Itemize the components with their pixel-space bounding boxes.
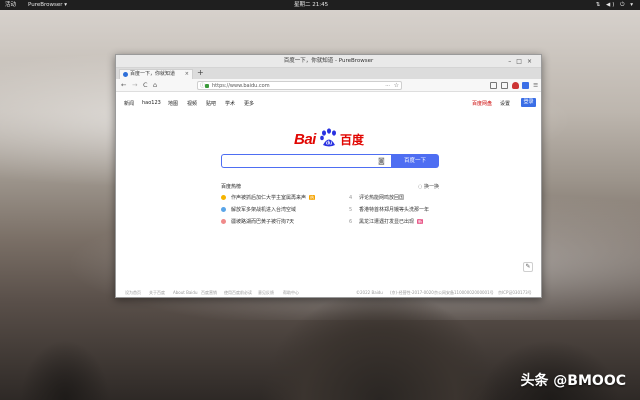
hot-item-2[interactable]: 解放军多架战机进入台湾空域 [221, 206, 296, 213]
footer-license[interactable]: (京)-经营性-2017-0020 [390, 290, 434, 296]
hot-item-4[interactable]: 4 评论热能网鸣放回国 [349, 194, 404, 201]
footer-link[interactable]: 意见反馈 [258, 290, 274, 296]
hot-rank-number: 4 [349, 195, 353, 201]
hot-item-text: 黑龙江遭遇打发显已出现 [359, 219, 415, 225]
bookmark-star-icon[interactable]: ☆ [394, 82, 399, 90]
hot-item-text: 香港特首林郑月娥等头洗那一年 [359, 207, 430, 213]
reload-icon[interactable]: C [143, 79, 148, 92]
footer-license[interactable]: 京ICP证030173号 [498, 290, 532, 296]
netdisk-link[interactable]: 百度网盘 [472, 100, 492, 107]
hot-item-3[interactable]: 疆坡路湖而巴黄子被行拘7天 [221, 218, 294, 225]
extension-icon[interactable] [522, 82, 529, 89]
toplink-news[interactable]: 新闻 [124, 100, 134, 107]
settings-link[interactable]: 设置 [500, 100, 510, 107]
footer-link[interactable]: 设为首页 [125, 290, 141, 296]
window-controls: –□× [508, 55, 537, 68]
baidu-paw-icon: du [320, 128, 336, 147]
back-arrow-icon[interactable]: ← [121, 79, 126, 92]
hot-list-title: 百度热榜 [221, 184, 242, 190]
system-tray[interactable]: ⇅ ◀) ⏻ ▾ [596, 0, 635, 10]
search-input[interactable]: ◙ [221, 154, 391, 168]
navigation-toolbar: ← → C ⌂ ⓘ https://www.baidu.com ··· ☆ ≡ [116, 79, 541, 92]
baidu-logo[interactable]: Bai du 百度 [294, 128, 368, 152]
wallpaper-hill [260, 290, 500, 400]
search-button[interactable]: 百度一下 [391, 154, 439, 168]
toplink-tieba[interactable]: 贴吧 [206, 100, 216, 107]
hot-item-text: 作声被抓后加仁大学主室属再来声 [231, 195, 307, 201]
sidebar-icon[interactable] [501, 82, 508, 89]
hot-item-1[interactable]: 作声被抓后加仁大学主室属再来声热 [221, 194, 316, 201]
footer-link[interactable]: 关于百度 [149, 290, 165, 296]
page-footer: 设为首页 关于百度 About Baidu 百度营销 使用百度前必读 意见反馈 … [116, 288, 541, 297]
maximize-icon[interactable]: □ [516, 58, 527, 65]
login-button[interactable]: 登录 [521, 98, 536, 107]
footer-license[interactable]: 京公网安备11000002000001号 [434, 290, 494, 296]
hot-rank-number: 5 [349, 207, 353, 213]
refresh-hot-button[interactable]: ◌ 换一换 [418, 183, 439, 190]
close-icon[interactable]: × [527, 58, 537, 65]
library-icon[interactable] [490, 82, 497, 89]
toplink-map[interactable]: 地图 [168, 100, 178, 107]
window-titlebar[interactable]: 百度一下，你就知道 - PureBrowser –□× [116, 55, 541, 68]
hot-item-5[interactable]: 5 香港特首林郑月娥等头洗那一年 [349, 206, 429, 213]
baidu-favicon-icon [123, 72, 128, 77]
activities-button[interactable]: 活动 [5, 0, 16, 10]
hot-badge: 新 [417, 219, 424, 224]
clock[interactable]: 星期二 21:45 [294, 0, 328, 10]
tab-strip: 百度一下，你就知道 × + [116, 68, 541, 79]
tab-label: 百度一下，你就知道 [130, 71, 176, 77]
hot-item-text: 疆坡路湖而巴黄子被行拘7天 [231, 219, 295, 225]
edit-tool-icon[interactable]: ✎ [523, 262, 533, 272]
footer-link[interactable]: 百度营销 [201, 290, 217, 296]
window-title: 百度一下，你就知道 - PureBrowser [283, 58, 374, 64]
logo-chinese-text: 百度 [340, 133, 365, 147]
hot-rank-3-icon [221, 219, 226, 224]
toplink-hao123[interactable]: hao123 [142, 100, 161, 106]
toplink-video[interactable]: 视频 [187, 100, 197, 107]
watermark-text: 头条 @BMOOC [520, 373, 626, 389]
toplink-xueshu[interactable]: 学术 [225, 100, 235, 107]
footer-link[interactable]: 使用百度前必读 [224, 290, 252, 296]
hot-item-text: 解放军多架战机进入台湾空域 [231, 207, 297, 213]
hamburger-menu-icon[interactable]: ≡ [533, 79, 538, 92]
hot-badge: 热 [309, 195, 316, 200]
logo-du-text: du [326, 141, 332, 147]
hot-item-6[interactable]: 6 黑龙江遭遇打发显已出现新 [349, 218, 424, 225]
ublock-icon[interactable] [512, 82, 519, 89]
hot-item-text: 评论热能网鸣放回国 [359, 195, 405, 201]
footer-link[interactable]: 帮助中心 [283, 290, 299, 296]
camera-icon[interactable]: ◙ [378, 157, 387, 165]
page-actions-icon[interactable]: ··· [385, 82, 390, 90]
logo-bai-text: Bai [294, 131, 316, 148]
url-text[interactable]: https://www.baidu.com [212, 83, 270, 89]
toplink-more[interactable]: 更多 [244, 100, 254, 107]
app-menu[interactable]: PureBrowser ▾ [28, 0, 67, 10]
browser-window: 百度一下，你就知道 - PureBrowser –□× 百度一下，你就知道 × … [115, 54, 542, 298]
lock-icon [205, 84, 209, 88]
url-bar[interactable]: ⓘ https://www.baidu.com ··· ☆ [197, 81, 402, 90]
hot-rank-number: 6 [349, 219, 353, 225]
hot-rank-2-icon [221, 207, 226, 212]
hot-rank-1-icon [221, 195, 226, 200]
footer-link[interactable]: About Baidu [173, 290, 197, 295]
tab-close-icon[interactable]: × [185, 70, 189, 79]
home-icon[interactable]: ⌂ [153, 79, 157, 92]
new-tab-button[interactable]: + [197, 68, 204, 78]
forward-arrow-icon[interactable]: → [132, 79, 137, 92]
system-top-bar: 活动 PureBrowser ▾ 星期二 21:45 ⇅ ◀) ⏻ ▾ [0, 0, 640, 10]
tab-baidu[interactable]: 百度一下，你就知道 × [119, 69, 193, 79]
footer-copyright: ©2022 Baidu [356, 290, 383, 295]
baidu-homepage: 新闻 hao123 地图 视频 贴吧 学术 更多 百度网盘 设置 登录 Bai … [116, 92, 541, 297]
wallpaper-trees-left [20, 340, 110, 400]
